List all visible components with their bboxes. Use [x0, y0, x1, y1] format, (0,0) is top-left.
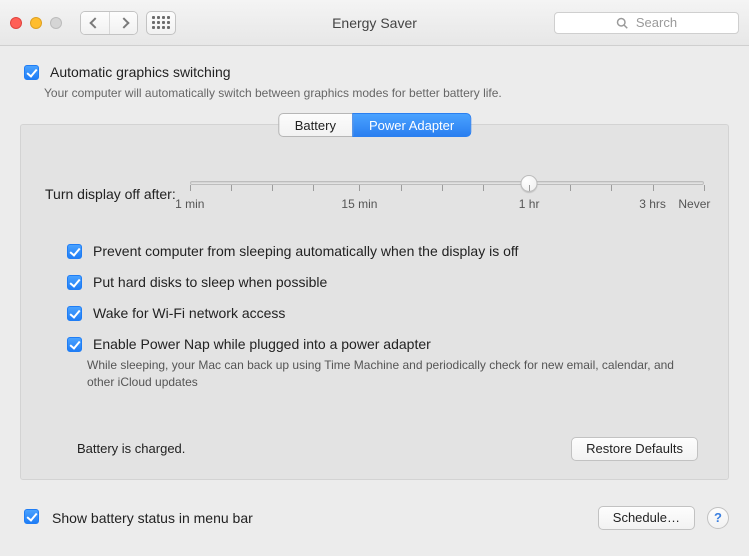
prevent-sleep-label: Prevent computer from sleeping automatic…: [93, 243, 518, 259]
slider-label-1hr: 1 hr: [519, 197, 540, 211]
opt-wake-wifi: Wake for Wi-Fi network access: [63, 305, 704, 324]
hard-disks-checkbox[interactable]: [67, 275, 82, 290]
slider-label-1min: 1 min: [175, 197, 204, 211]
schedule-button[interactable]: Schedule…: [598, 506, 695, 530]
panel-footer: Battery is charged. Restore Defaults: [45, 437, 704, 461]
hard-disks-label: Put hard disks to sleep when possible: [93, 274, 327, 290]
toolbar: Energy Saver Search: [0, 0, 749, 46]
display-off-label: Turn display off after:: [45, 186, 176, 202]
opt-prevent-sleep: Prevent computer from sleeping automatic…: [63, 243, 704, 262]
chevron-right-icon: [118, 17, 129, 28]
minimize-window-button[interactable]: [30, 17, 42, 29]
slider-label-3hrs: 3 hrs: [639, 197, 666, 211]
power-nap-desc: While sleeping, your Mac can back up usi…: [87, 357, 704, 391]
restore-defaults-button[interactable]: Restore Defaults: [571, 437, 698, 461]
auto-graphics-desc: Your computer will automatically switch …: [44, 86, 729, 100]
chevron-left-icon: [89, 17, 100, 28]
slider-labels: 1 min 15 min 1 hr 3 hrs Never: [190, 197, 704, 213]
tab-power-adapter[interactable]: Power Adapter: [352, 113, 471, 137]
slider-label-never: Never: [678, 197, 710, 211]
slider-ticks: [190, 185, 704, 193]
search-placeholder: Search: [636, 15, 677, 30]
power-nap-label: Enable Power Nap while plugged into a po…: [93, 336, 431, 352]
options-list: Prevent computer from sleeping automatic…: [63, 243, 704, 391]
power-nap-checkbox[interactable]: [67, 337, 82, 352]
slider-label-15min: 15 min: [341, 197, 377, 211]
wake-wifi-label: Wake for Wi-Fi network access: [93, 305, 285, 321]
content-area: Automatic graphics switching Your comput…: [0, 46, 749, 492]
zoom-window-button: [50, 17, 62, 29]
menubar-status-checkbox[interactable]: [24, 509, 39, 524]
auto-graphics-row: Automatic graphics switching: [20, 64, 729, 83]
window-controls: [10, 17, 62, 29]
display-off-slider[interactable]: 1 min 15 min 1 hr 3 hrs Never: [190, 175, 704, 213]
tab-group: Battery Power Adapter: [278, 113, 471, 137]
help-button[interactable]: ?: [707, 507, 729, 529]
opt-power-nap: Enable Power Nap while plugged into a po…: [63, 336, 704, 391]
bottom-bar: Show battery status in menu bar Schedule…: [0, 492, 749, 530]
show-all-button[interactable]: [146, 11, 176, 35]
auto-graphics-checkbox[interactable]: [24, 65, 39, 80]
back-button[interactable]: [81, 12, 109, 34]
auto-graphics-label: Automatic graphics switching: [50, 64, 231, 80]
forward-button[interactable]: [109, 12, 137, 34]
menubar-status-label: Show battery status in menu bar: [52, 510, 253, 526]
search-icon: [616, 17, 628, 29]
tab-battery[interactable]: Battery: [278, 113, 353, 137]
close-window-button[interactable]: [10, 17, 22, 29]
battery-status: Battery is charged.: [77, 441, 185, 456]
wake-wifi-checkbox[interactable]: [67, 306, 82, 321]
opt-hard-disks: Put hard disks to sleep when possible: [63, 274, 704, 293]
prevent-sleep-checkbox[interactable]: [67, 244, 82, 259]
nav-back-forward: [80, 11, 138, 35]
display-off-row: Turn display off after: 1 min 15 min 1 h…: [45, 175, 704, 213]
settings-panel: Battery Power Adapter Turn display off a…: [20, 124, 729, 480]
grid-icon: [152, 16, 170, 29]
search-field[interactable]: Search: [554, 12, 739, 34]
